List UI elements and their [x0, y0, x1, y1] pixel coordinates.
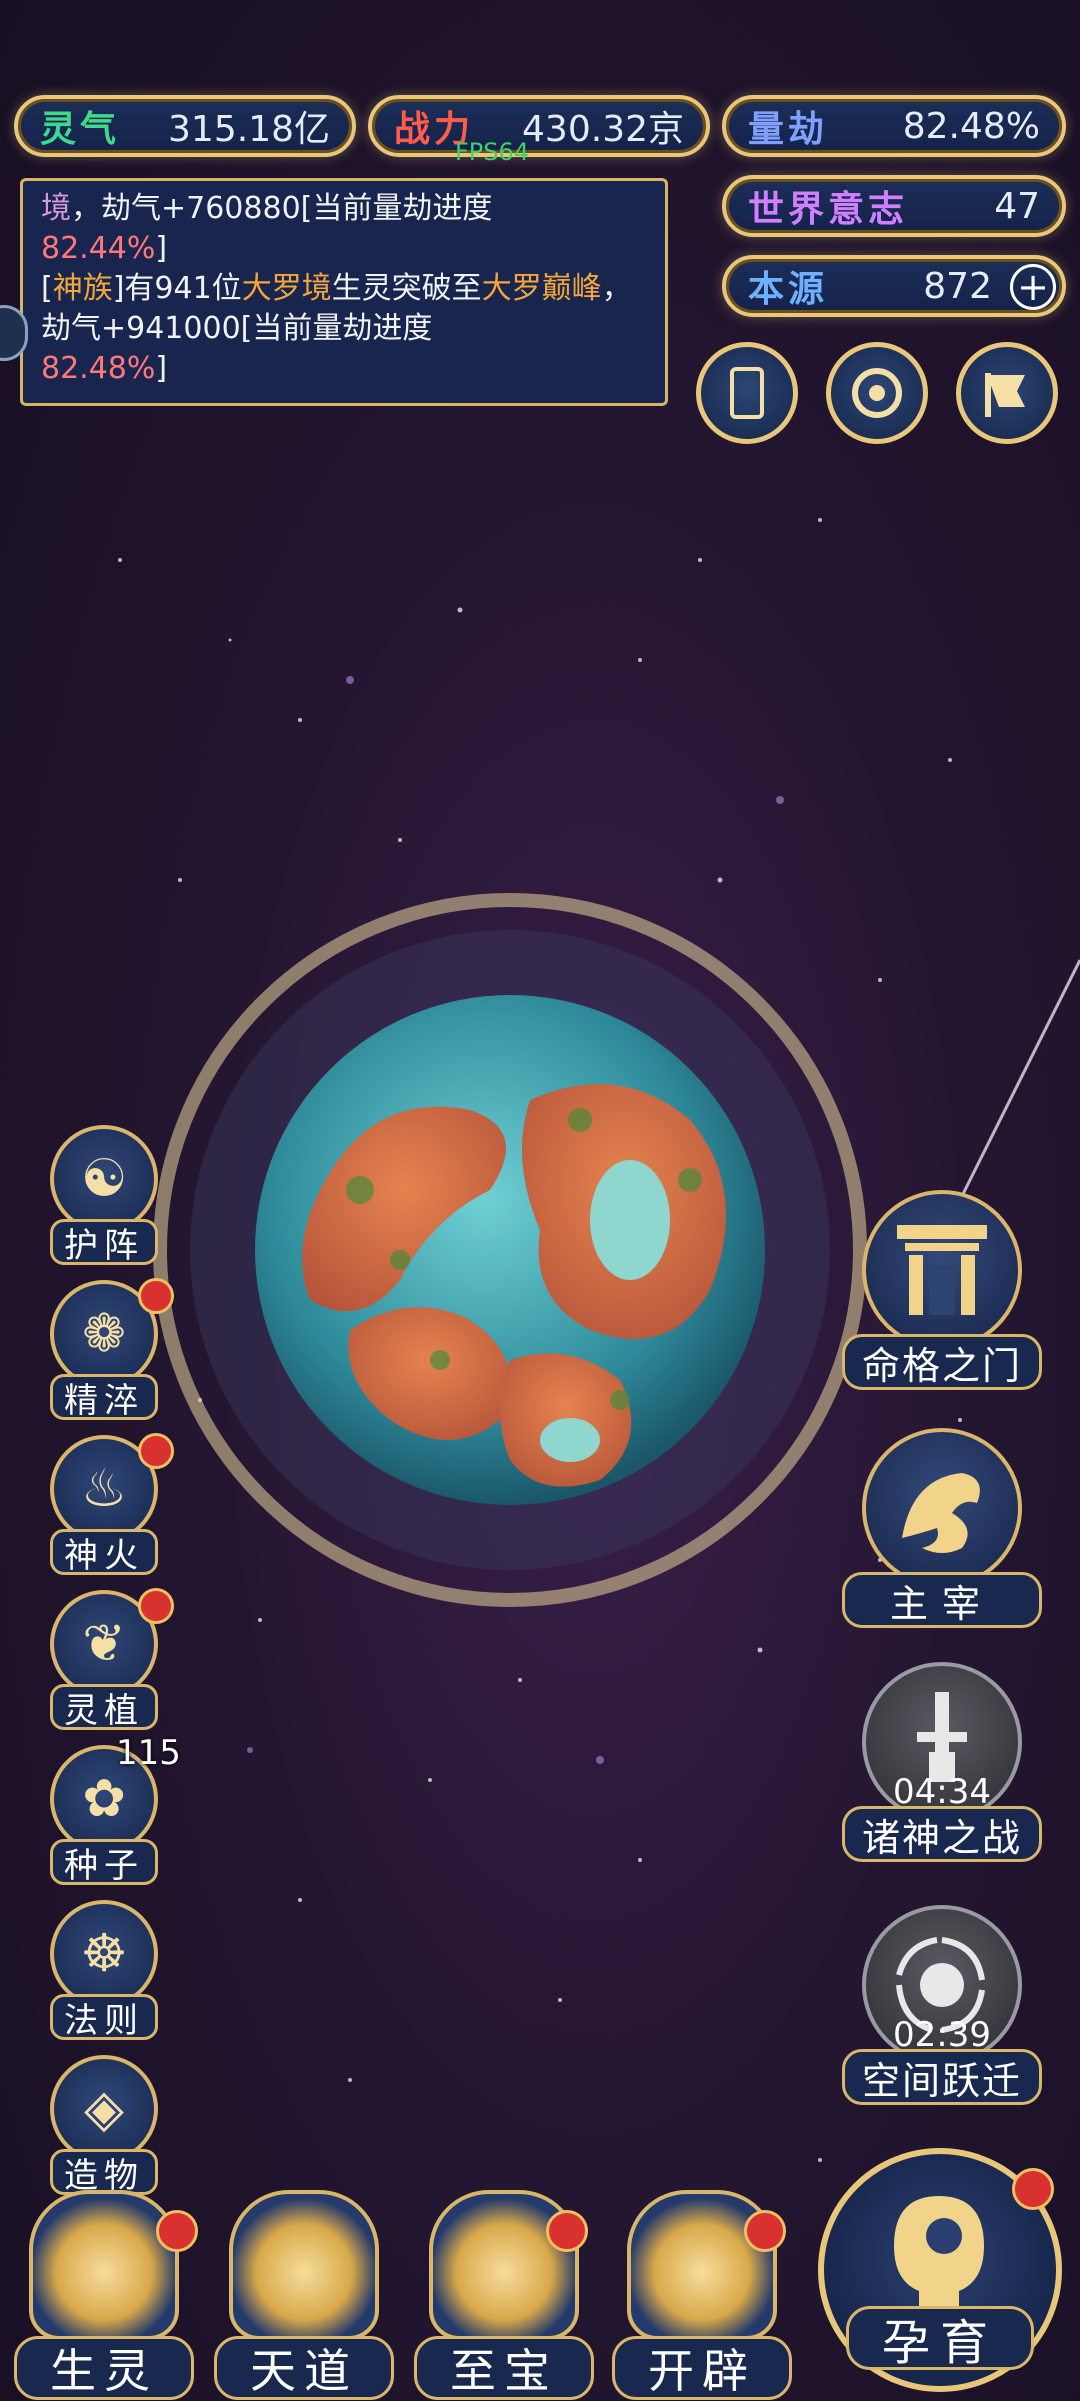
- lingqi-value: 315.18亿: [168, 109, 330, 150]
- log-realm-text: 境: [41, 191, 71, 226]
- notification-dot: [744, 2210, 786, 2252]
- menu-label: 种子: [50, 1839, 158, 1886]
- liangjie-label: 量劫: [748, 109, 829, 150]
- menu-label: 精淬: [50, 1374, 158, 1421]
- menu-shen-huo[interactable]: ♨ 神火: [38, 1433, 174, 1576]
- shijieyizhi-stat[interactable]: 世界意志 47: [722, 175, 1066, 237]
- nav-label: 开辟: [612, 2336, 792, 2400]
- plus-icon[interactable]: +: [1010, 264, 1056, 310]
- log-realm: 大罗巅峰: [481, 271, 602, 306]
- zhanli-stat[interactable]: 战力 430.32京: [368, 95, 710, 157]
- dragon-icon: [862, 1428, 1022, 1588]
- liangjie-stat[interactable]: 量劫 82.48%: [722, 95, 1066, 157]
- log-text: ]有941位: [112, 271, 242, 306]
- notification-dot: [138, 1588, 174, 1624]
- menu-label: 神火: [50, 1529, 158, 1576]
- yun-yu-label: 孕育: [846, 2306, 1034, 2371]
- flag-icon: [985, 373, 1025, 417]
- shijieyizhi-label: 世界意志: [748, 189, 909, 230]
- log-text: ]: [155, 231, 168, 266]
- ming-ge-zhi-men-button[interactable]: 命格之门: [842, 1190, 1042, 1390]
- menu-label: 法则: [50, 1994, 158, 2041]
- nav-tian-dao[interactable]: 天道: [214, 2190, 394, 2400]
- nav-label: 生灵: [14, 2336, 194, 2400]
- log-line-2: [神族]有941位大罗境生灵突破至大罗巅峰，劫气+941000[当前量劫进度 8…: [41, 269, 647, 389]
- yun-yu-button[interactable]: 孕育: [818, 2148, 1062, 2392]
- lingqi-label: 灵气: [40, 109, 121, 150]
- zhanli-value: 430.32京: [522, 109, 684, 150]
- notification-dot: [138, 1433, 174, 1469]
- log-text: ]: [155, 351, 168, 386]
- benyuan-value: 872: [923, 265, 992, 307]
- menu-label: 造物: [50, 2149, 158, 2196]
- fps-counter: FPS64: [455, 138, 530, 166]
- benyuan-stat[interactable]: 本源 872 +: [722, 255, 1066, 317]
- menu-zao-wu[interactable]: ◈ 造物: [38, 2055, 168, 2196]
- nav-zhi-bao[interactable]: 至宝: [414, 2190, 594, 2400]
- menu-jing-cui[interactable]: ❁ 精淬: [38, 1278, 174, 1421]
- benyuan-label: 本源: [748, 269, 829, 310]
- liangjie-value: 82.48%: [902, 105, 1040, 147]
- log-percent: 82.48%: [41, 351, 156, 386]
- menu-label: 护阵: [50, 1219, 158, 1266]
- notification-dot: [156, 2210, 198, 2252]
- log-percent: 82.44%: [41, 231, 156, 266]
- log-race: 神族: [52, 271, 113, 306]
- vortex-icon: [852, 368, 902, 418]
- nav-label: 至宝: [414, 2336, 594, 2400]
- event-log: 境，劫气+760880[当前量劫进度 82.44%] [神族]有941位大罗境生…: [20, 178, 668, 406]
- zhu-shen-zhi-zhan-label: 诸神之战: [842, 1806, 1042, 1862]
- ming-ge-zhi-men-label: 命格之门: [842, 1334, 1042, 1390]
- planet[interactable]: [150, 860, 870, 1640]
- nav-label: 天道: [214, 2336, 394, 2400]
- notification-dot: [138, 1278, 174, 1314]
- kong-jian-yue-qian-button[interactable]: 02:39 空间跃迁: [842, 1905, 1042, 2105]
- menu-ling-zhi[interactable]: ❦ 灵植: [38, 1588, 174, 1731]
- menu-label: 灵植: [50, 1684, 158, 1731]
- zhu-zai-button[interactable]: 主宰: [842, 1428, 1042, 1628]
- log-text: 生灵突破至: [331, 271, 482, 306]
- gate-icon: [862, 1190, 1022, 1350]
- menu-zhong-zi[interactable]: ✿ 种子 115: [38, 1733, 181, 1886]
- log-line-1: 境，劫气+760880[当前量劫进度 82.44%]: [41, 189, 647, 269]
- zhu-zai-label: 主宰: [842, 1572, 1042, 1628]
- notification-dot: [1012, 2168, 1054, 2210]
- flag-button[interactable]: [956, 342, 1058, 444]
- shijieyizhi-value: 47: [994, 185, 1040, 227]
- log-text: ，劫气+760880[当前量劫进度: [71, 191, 493, 226]
- card-button[interactable]: [696, 342, 798, 444]
- zhu-shen-zhi-zhan-button[interactable]: 04:34 诸神之战: [842, 1662, 1042, 1862]
- nav-kai-pi[interactable]: 开辟: [612, 2190, 792, 2400]
- notification-dot: [546, 2210, 588, 2252]
- nav-sheng-ling[interactable]: 生灵: [14, 2190, 198, 2400]
- kong-jian-yue-qian-label: 空间跃迁: [842, 2049, 1042, 2105]
- seed-count: 115: [116, 1733, 181, 1773]
- menu-fa-ze[interactable]: ☸ 法则: [38, 1900, 168, 2041]
- vortex-button[interactable]: [826, 342, 928, 444]
- log-realm: 大罗境: [241, 271, 332, 306]
- log-text: [: [41, 271, 53, 306]
- menu-hu-zhen[interactable]: ☯ 护阵: [38, 1125, 168, 1266]
- lingqi-stat[interactable]: 灵气 315.18亿: [14, 95, 356, 157]
- cloud-swirl-icon: [229, 2190, 379, 2340]
- card-icon: [730, 367, 764, 419]
- phoenix-icon: [29, 2190, 179, 2340]
